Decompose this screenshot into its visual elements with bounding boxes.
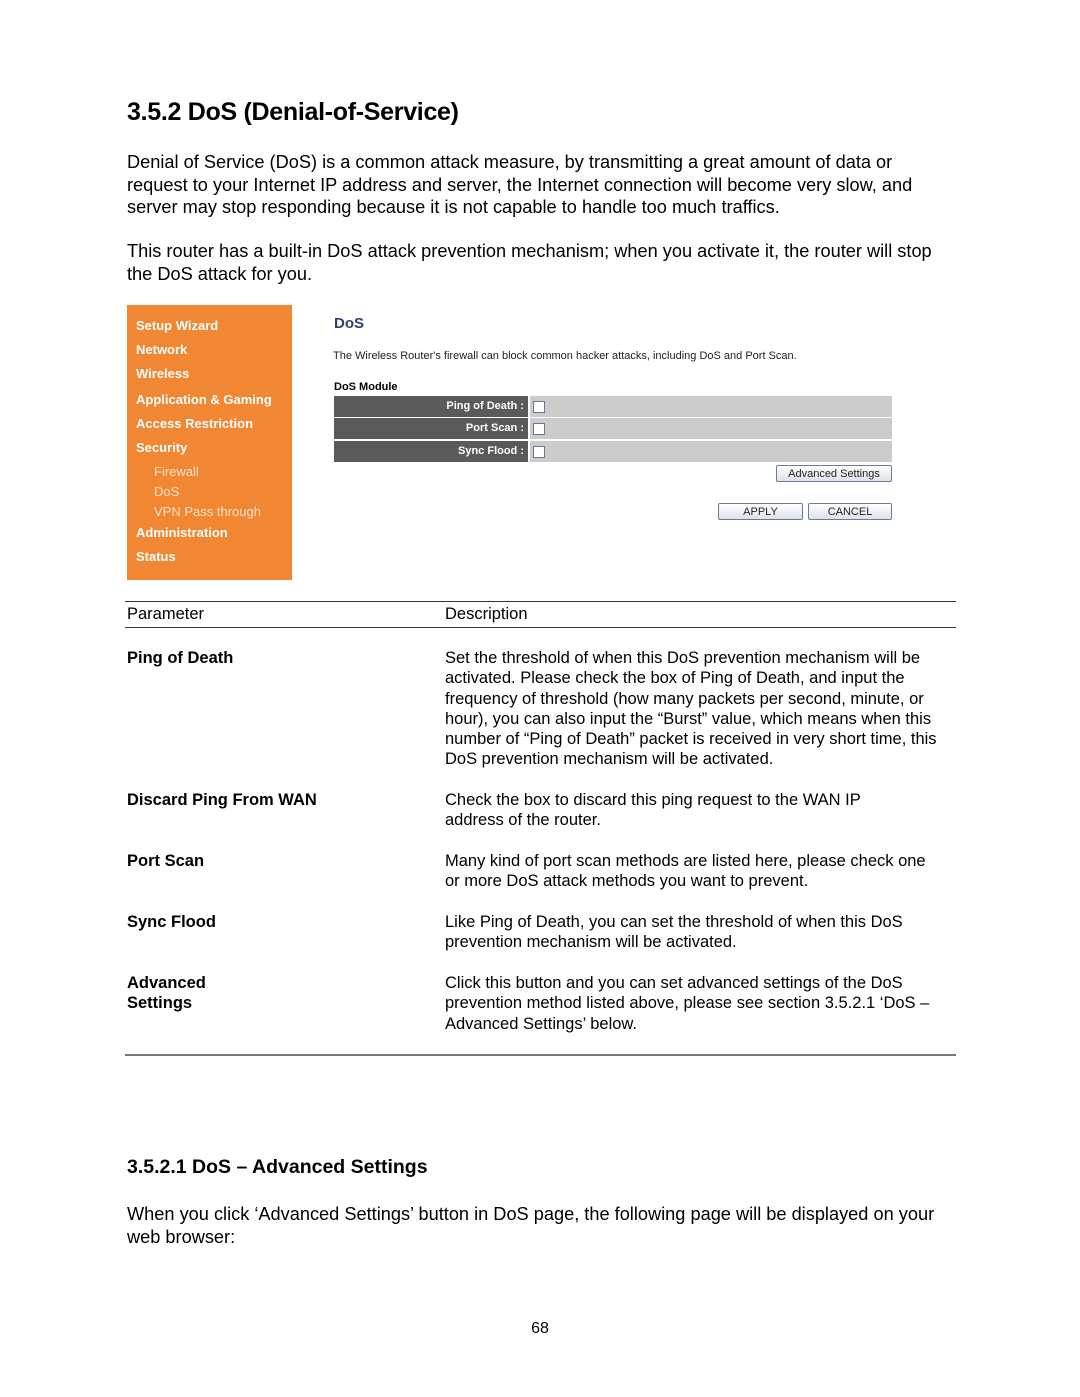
- table-bottom-rule: [125, 1054, 956, 1056]
- sync-flood-label: Sync Flood :: [334, 441, 528, 462]
- param-ping-of-death: Ping of Death: [127, 649, 234, 667]
- sidebar-subitem-vpn-pass-through[interactable]: VPN Pass through: [154, 504, 261, 519]
- mechanism-paragraph: This router has a built-in DoS attack pr…: [127, 241, 932, 284]
- sidebar-item-application-gaming[interactable]: Application & Gaming: [136, 392, 272, 407]
- router-sidebar: Setup Wizard Network Wireless Applicatio…: [127, 305, 292, 580]
- param-advanced-settings: Advanced Settings: [127, 974, 206, 1012]
- header-description: Description: [445, 605, 528, 623]
- dos-module-title: DoS Module: [334, 381, 398, 393]
- module-row-sync-flood: Sync Flood :: [334, 441, 892, 462]
- port-scan-checkbox[interactable]: [533, 423, 545, 435]
- desc-ping-of-death: Set the threshold of when this DoS preve…: [445, 649, 937, 769]
- ping-of-death-label: Ping of Death :: [334, 396, 528, 417]
- sync-flood-checkbox[interactable]: [533, 446, 545, 458]
- apply-button[interactable]: APPLY: [718, 503, 803, 520]
- dos-description: The Wireless Router's firewall can block…: [333, 350, 797, 362]
- sidebar-subitem-firewall[interactable]: Firewall: [154, 464, 199, 479]
- desc-discard-ping-from-wan: Check the box to discard this ping reque…: [445, 791, 861, 830]
- desc-sync-flood: Like Ping of Death, you can set the thre…: [445, 913, 903, 952]
- sidebar-item-status[interactable]: Status: [136, 549, 176, 564]
- param-discard-ping-from-wan: Discard Ping From WAN: [127, 791, 317, 809]
- sidebar-item-administration[interactable]: Administration: [136, 525, 228, 540]
- sidebar-item-security[interactable]: Security: [136, 440, 187, 455]
- header-parameter: Parameter: [127, 605, 205, 623]
- desc-port-scan: Many kind of port scan methods are liste…: [445, 852, 926, 891]
- sidebar-subitem-dos[interactable]: DoS: [154, 484, 179, 499]
- param-sync-flood: Sync Flood: [127, 913, 216, 931]
- module-row-port-scan: Port Scan :: [334, 418, 892, 439]
- subsection-paragraph: When you click ‘Advanced Settings’ butto…: [127, 1204, 935, 1247]
- sidebar-item-wireless[interactable]: Wireless: [136, 366, 189, 381]
- dos-page-title: DoS: [334, 315, 364, 332]
- desc-advanced-settings: Click this button and you can set advanc…: [445, 974, 930, 1033]
- param-port-scan: Port Scan: [127, 852, 205, 870]
- intro-paragraph: Denial of Service (DoS) is a common atta…: [127, 152, 913, 217]
- port-scan-label: Port Scan :: [334, 418, 528, 439]
- sidebar-item-access-restriction[interactable]: Access Restriction: [136, 416, 253, 431]
- ping-of-death-checkbox[interactable]: [533, 401, 545, 413]
- module-row-ping-of-death: Ping of Death :: [334, 396, 892, 417]
- table-top-rule: [125, 601, 956, 602]
- sidebar-item-setup-wizard[interactable]: Setup Wizard: [136, 318, 218, 333]
- advanced-settings-button[interactable]: Advanced Settings: [776, 465, 892, 482]
- subsection-title: 3.5.2.1 DoS – Advanced Settings: [127, 1156, 428, 1178]
- cancel-button[interactable]: CANCEL: [808, 503, 892, 520]
- section-title: 3.5.2 DoS (Denial-of-Service): [127, 98, 459, 126]
- table-header-rule: [125, 627, 956, 628]
- sidebar-item-network[interactable]: Network: [136, 342, 187, 357]
- page-number: 68: [531, 1320, 549, 1337]
